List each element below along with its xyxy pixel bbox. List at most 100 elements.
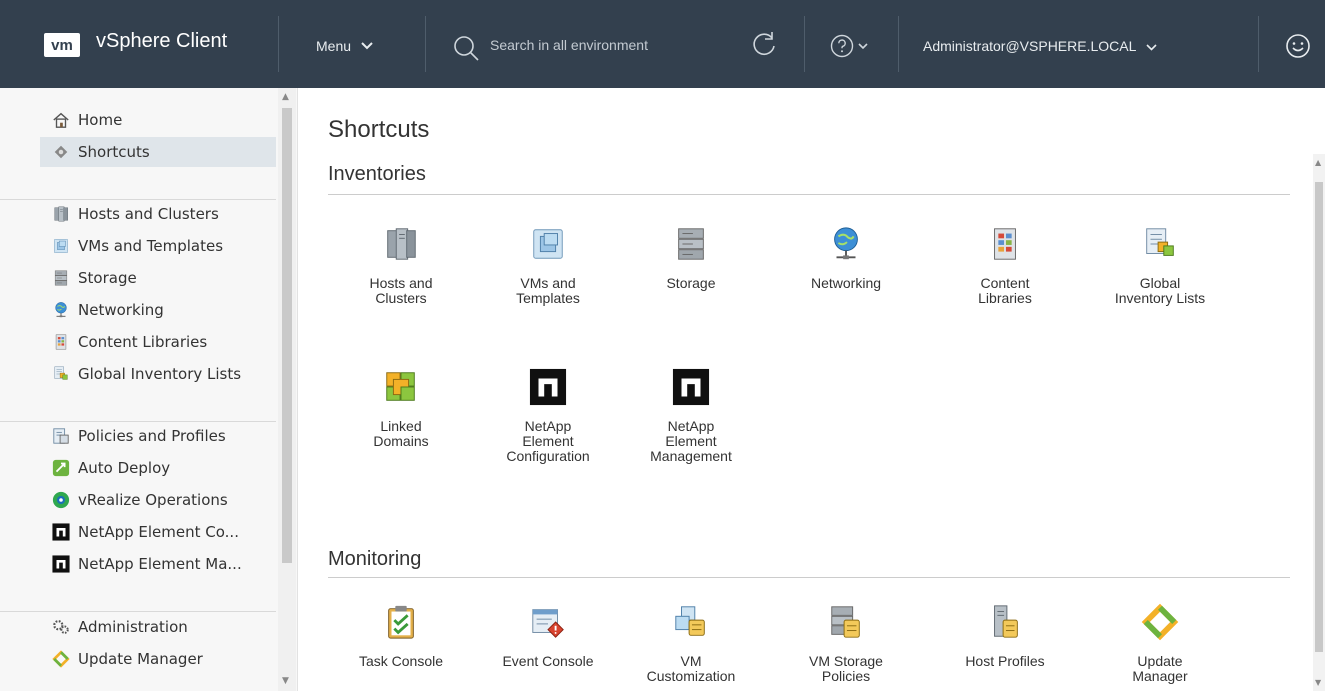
- sidebar-item-netapp-element-co[interactable]: NetApp Element Co...: [40, 517, 276, 547]
- sidebar-item-label: VMs and Templates: [78, 237, 224, 255]
- shortcut-vm-customization[interactable]: VM Customization: [631, 602, 751, 684]
- sidebar-item-administration[interactable]: Administration: [40, 612, 276, 642]
- chevron-down-icon: [361, 37, 373, 53]
- top-navigation-bar: vm vSphere Client Menu Administrator@VSP…: [0, 0, 1325, 88]
- netapp-icon: [52, 555, 70, 573]
- shortcut-label: VM Storage Policies: [809, 653, 883, 684]
- shortcut-label: Task Console: [358, 653, 444, 669]
- auto-deploy-icon: [52, 459, 70, 477]
- sidebar-item-global-inventory-lists[interactable]: Global Inventory Lists: [40, 359, 276, 389]
- sidebar-scrollbar[interactable]: ▲ ▼: [278, 88, 296, 691]
- netapp-icon: [52, 523, 70, 541]
- shortcut-task-console[interactable]: Task Console: [341, 602, 461, 669]
- shortcut-global-inventory-lists[interactable]: Global Inventory Lists: [1100, 224, 1220, 306]
- vm-storage-policies-icon: [826, 602, 866, 642]
- content-libraries-icon: [985, 224, 1025, 264]
- shortcut-label: Global Inventory Lists: [1114, 275, 1206, 306]
- shortcut-label: NetApp Element Configuration: [506, 418, 590, 464]
- help-menu-button[interactable]: [830, 34, 868, 58]
- shortcut-label: VM Customization: [646, 653, 736, 684]
- shortcut-hosts-and-clusters[interactable]: Hosts and Clusters: [341, 224, 461, 306]
- vrealize-icon: [52, 491, 70, 509]
- sidebar-item-networking[interactable]: Networking: [40, 295, 276, 325]
- administration-icon: [52, 618, 70, 636]
- update-manager-icon: [1140, 602, 1180, 642]
- sidebar-item-content-libraries[interactable]: Content Libraries: [40, 327, 276, 357]
- sidebar-item-hosts-and-clusters[interactable]: Hosts and Clusters: [40, 199, 276, 229]
- shortcut-label: Update Manager: [1132, 653, 1188, 684]
- shortcut-content-libraries[interactable]: Content Libraries: [945, 224, 1065, 306]
- shortcut-event-console[interactable]: Event Console: [488, 602, 608, 669]
- sidebar-item-label: Policies and Profiles: [78, 427, 226, 445]
- scroll-up-arrow-icon[interactable]: ▲: [1315, 158, 1321, 167]
- sidebar-item-netapp-element-ma[interactable]: NetApp Element Ma...: [40, 549, 276, 579]
- vms-templates-icon: [52, 237, 70, 255]
- shortcut-vm-storage-policies[interactable]: VM Storage Policies: [786, 602, 906, 684]
- divider: [278, 16, 279, 72]
- sidebar-item-auto-deploy[interactable]: Auto Deploy: [40, 453, 276, 483]
- search-icon[interactable]: [452, 34, 482, 64]
- shortcut-netapp-element-configuration[interactable]: NetApp Element Configuration: [488, 367, 608, 464]
- networking-icon: [826, 224, 866, 264]
- app-title[interactable]: vSphere Client: [96, 30, 227, 53]
- user-menu-button[interactable]: Administrator@VSPHERE.LOCAL: [923, 38, 1157, 54]
- navigator-sidebar: Home Shortcuts Hosts and Clusters VMs and T…: [0, 88, 298, 691]
- content-scrollbar[interactable]: ▲ ▼: [1313, 154, 1325, 691]
- feedback-smiley-icon[interactable]: [1284, 32, 1312, 60]
- divider: [425, 16, 426, 72]
- sidebar-item-vms-and-templates[interactable]: VMs and Templates: [40, 231, 276, 261]
- storage-icon: [671, 224, 711, 264]
- shortcut-label: Storage: [666, 275, 716, 291]
- hosts-clusters-icon: [52, 205, 70, 223]
- shortcut-linked-domains[interactable]: Linked Domains: [341, 367, 461, 449]
- sidebar-item-label: Administration: [78, 618, 188, 636]
- section-divider: [328, 194, 1290, 195]
- shortcut-label: Host Profiles: [965, 653, 1045, 669]
- scroll-up-arrow-icon[interactable]: ▲: [282, 92, 289, 102]
- sidebar-item-shortcuts[interactable]: Shortcuts: [40, 137, 276, 167]
- update-manager-icon: [52, 650, 70, 668]
- global-inventory-icon: [1140, 224, 1180, 264]
- sidebar-item-update-manager[interactable]: Update Manager: [40, 644, 276, 674]
- sidebar-item-vrealize-operations[interactable]: vRealize Operations: [40, 485, 276, 515]
- chevron-down-icon: [1146, 44, 1157, 51]
- content-scrollbar-thumb[interactable]: [1315, 182, 1323, 652]
- sidebar-item-label: Networking: [78, 301, 164, 319]
- shortcut-label: Event Console: [502, 653, 594, 669]
- scroll-down-arrow-icon[interactable]: ▼: [1315, 678, 1321, 687]
- chevron-down-icon: [858, 42, 868, 49]
- global-inventory-icon: [52, 365, 70, 383]
- shortcut-update-manager[interactable]: Update Manager: [1100, 602, 1220, 684]
- sidebar-divider: [0, 199, 276, 200]
- refresh-icon[interactable]: [750, 30, 778, 58]
- sidebar-item-storage[interactable]: Storage: [40, 263, 276, 293]
- menu-label: Menu: [316, 38, 352, 54]
- user-label: Administrator@VSPHERE.LOCAL: [923, 38, 1136, 54]
- menu-button[interactable]: Menu: [316, 38, 373, 54]
- sidebar-item-label: vRealize Operations: [78, 491, 228, 509]
- shortcut-netapp-element-management[interactable]: NetApp Element Management: [631, 367, 751, 464]
- shortcut-label: Content Libraries: [978, 275, 1032, 306]
- sidebar-item-label: NetApp Element Co...: [78, 523, 239, 541]
- section-divider: [328, 577, 1290, 578]
- shortcut-host-profiles[interactable]: Host Profiles: [945, 602, 1065, 669]
- shortcuts-content: Shortcuts Inventories Hosts and Clusters VM…: [298, 88, 1325, 691]
- sidebar-item-label: Global Inventory Lists: [78, 365, 242, 383]
- sidebar-item-label: Shortcuts: [78, 143, 150, 161]
- sidebar-item-policies-and-profiles[interactable]: Policies and Profiles: [40, 421, 276, 451]
- shortcut-networking[interactable]: Networking: [786, 224, 906, 291]
- linked-domains-icon: [381, 367, 421, 407]
- content-libraries-icon: [52, 333, 70, 351]
- sidebar-divider: [0, 611, 276, 612]
- shortcut-storage[interactable]: Storage: [631, 224, 751, 291]
- scroll-down-arrow-icon[interactable]: ▼: [282, 676, 289, 686]
- shortcut-vms-and-templates[interactable]: VMs and Templates: [488, 224, 608, 306]
- shortcut-label: Hosts and Clusters: [369, 275, 433, 306]
- task-console-icon: [381, 602, 421, 642]
- networking-icon: [52, 301, 70, 319]
- search-input[interactable]: [490, 33, 730, 57]
- sidebar-item-home[interactable]: Home: [40, 105, 276, 135]
- sidebar-scrollbar-thumb[interactable]: [282, 108, 292, 563]
- vm-customization-icon: [671, 602, 711, 642]
- page-title: Shortcuts: [328, 116, 430, 143]
